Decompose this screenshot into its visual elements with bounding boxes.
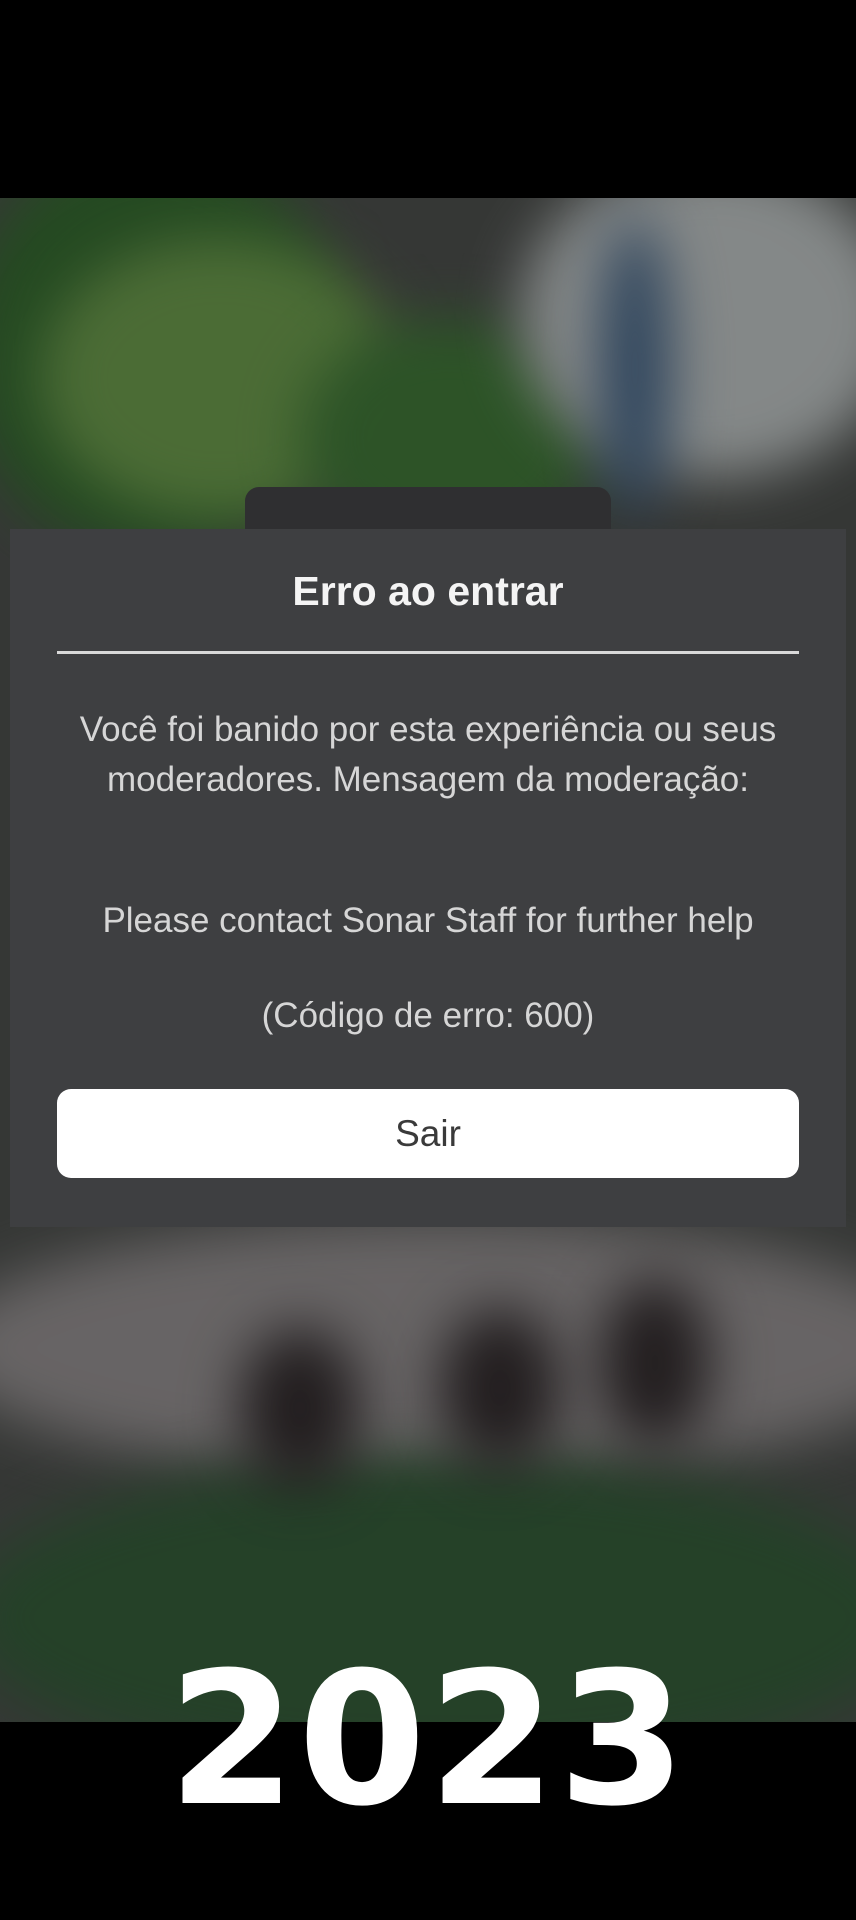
dialog-divider (57, 651, 799, 654)
dialog-title: Erro ao entrar (292, 568, 564, 614)
screen: Erro ao entrar Você foi banido por esta … (0, 0, 856, 1920)
moderation-message: Please contact Sonar Staff for further h… (102, 901, 754, 940)
error-code: (Código de erro: 600) (261, 996, 595, 1035)
year-caption: 2023 (167, 1633, 689, 1847)
ban-message: Você foi banido por esta experiência ou … (79, 710, 777, 799)
exit-button[interactable]: Sair (57, 1089, 799, 1178)
